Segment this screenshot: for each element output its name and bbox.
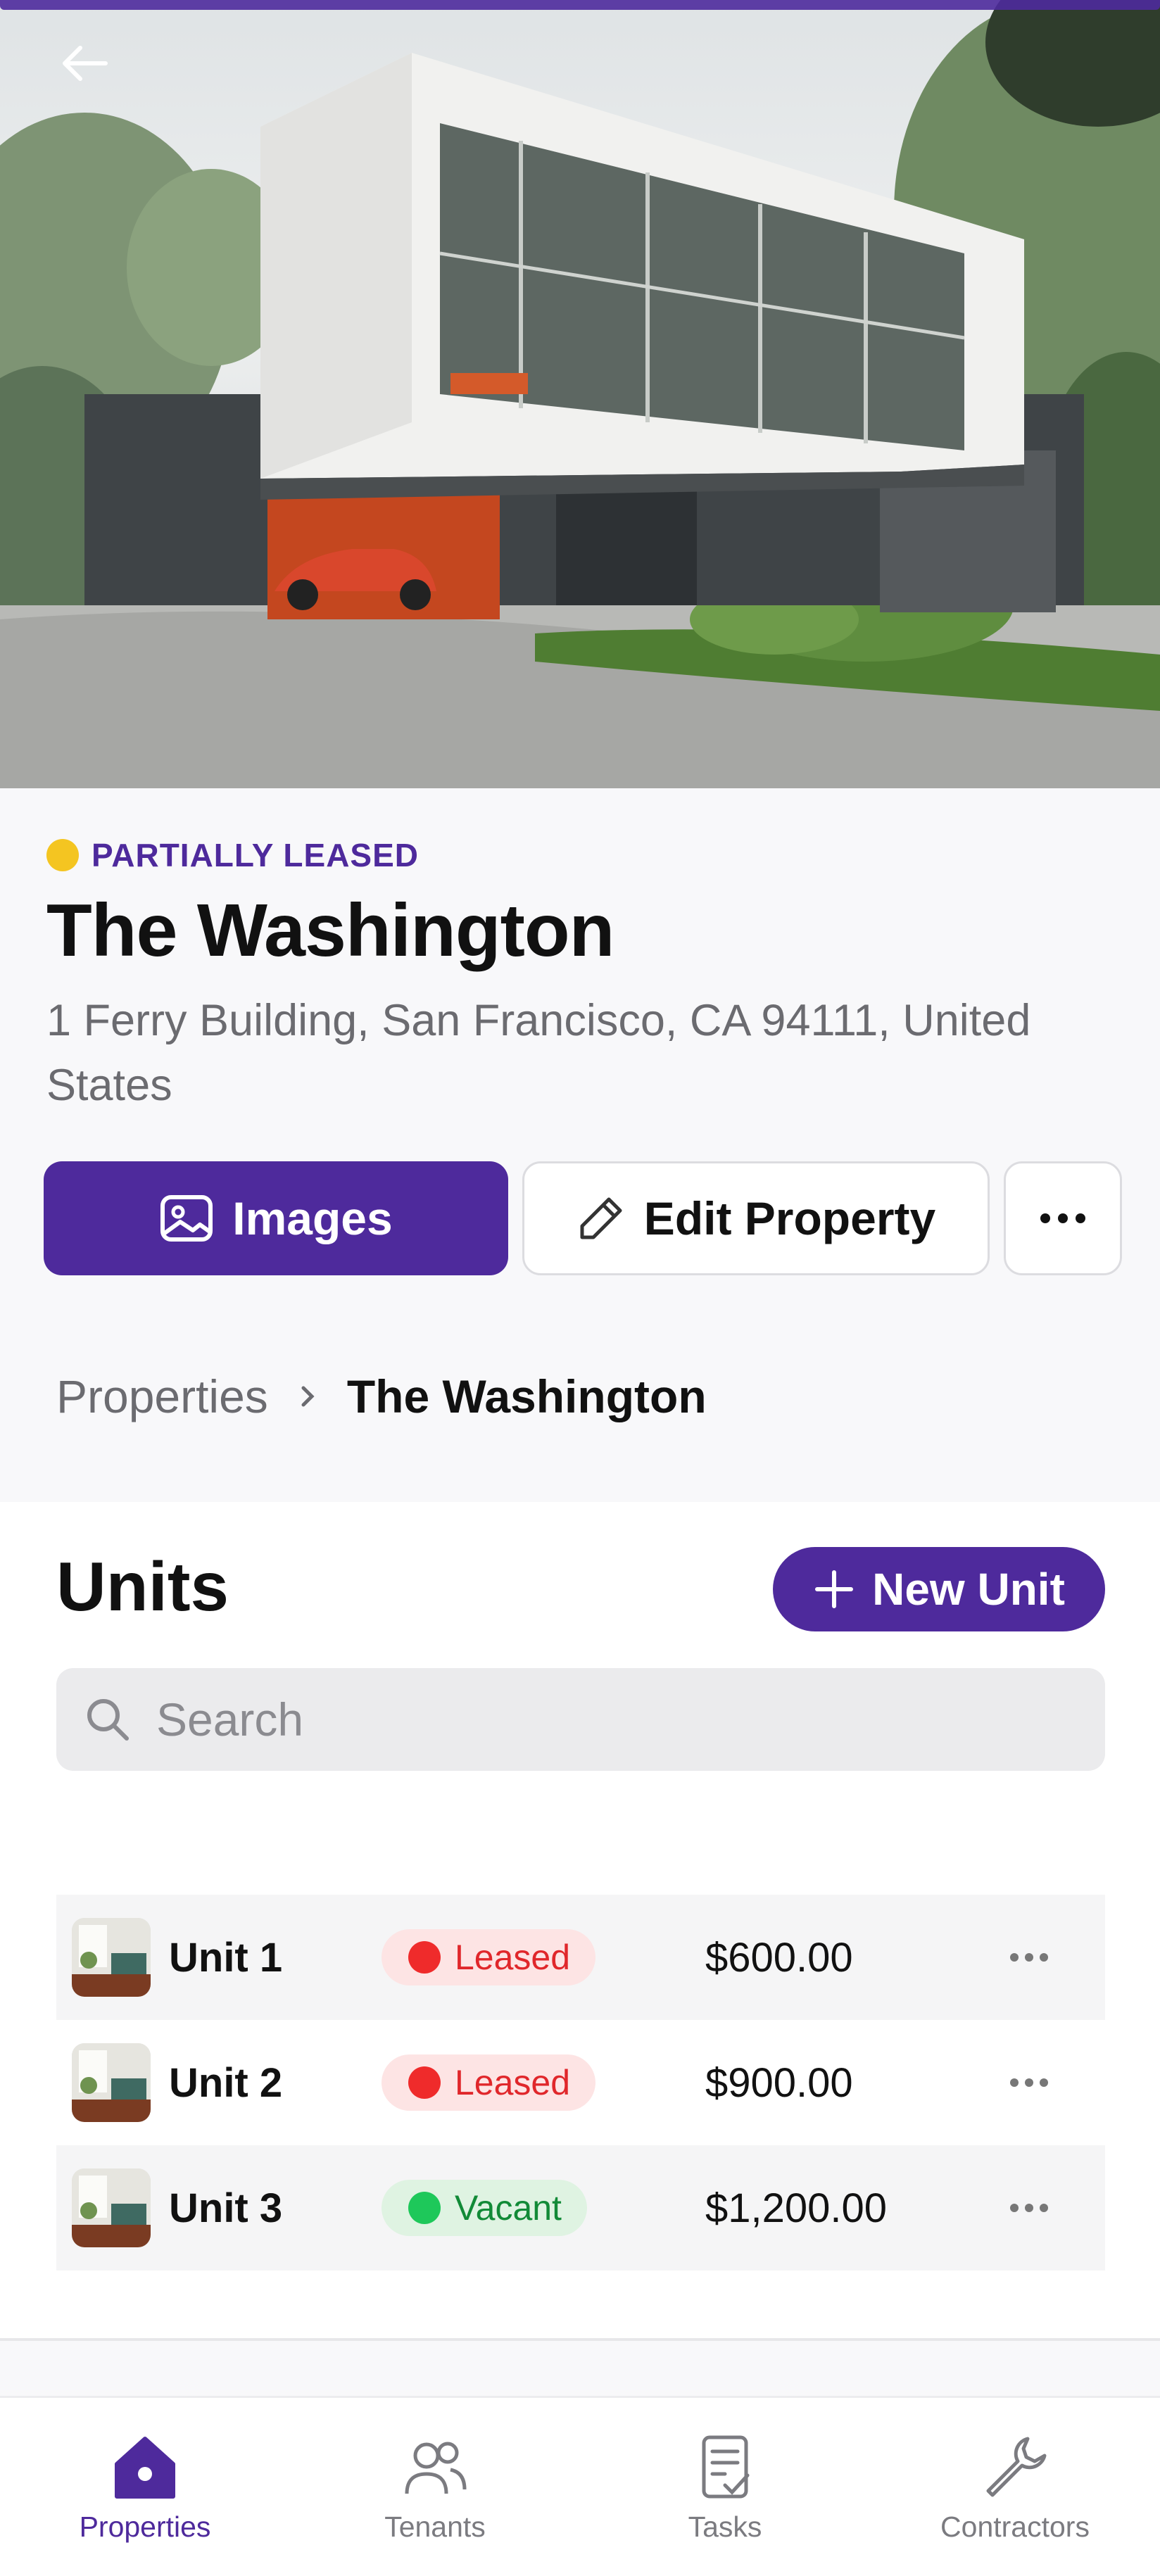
status-badge: Vacant <box>382 2180 587 2236</box>
tab-label: Properties <box>79 2511 211 2543</box>
more-horizontal-icon <box>1010 2078 1048 2087</box>
house-photo <box>0 0 1160 788</box>
search-input[interactable] <box>156 1693 1001 1746</box>
badge-dot <box>408 2192 441 2224</box>
breadcrumb-current: The Washington <box>346 1370 707 1422</box>
edit-property-button-label: Edit Property <box>643 1192 936 1244</box>
status-bar-accent <box>0 0 1160 10</box>
tab-label: Contractors <box>940 2511 1090 2543</box>
units-search <box>56 1668 1105 1771</box>
table-row[interactable]: Unit 2 Leased $900.00 <box>56 2020 1105 2145</box>
breadcrumb: Properties The Washington <box>56 1370 707 1423</box>
unit-name: Unit 1 <box>169 1934 283 1981</box>
unit-rent: $1,200.00 <box>705 2185 888 2231</box>
more-horizontal-icon <box>1010 1953 1048 1962</box>
badge-dot <box>408 1941 441 1974</box>
table-row[interactable]: Unit 1 Leased $600.00 <box>56 1895 1105 2020</box>
unit-thumbnail <box>72 2043 151 2122</box>
table-row[interactable]: Unit 3 Vacant $1,200.00 <box>56 2145 1105 2271</box>
clipboard-check-icon <box>702 2435 750 2499</box>
tab-tenants[interactable]: Tenants <box>290 2398 580 2576</box>
unit-thumbnail <box>72 1918 151 1997</box>
edit-property-button[interactable]: Edit Property <box>522 1161 990 1275</box>
breadcrumb-properties-link[interactable]: Properties <box>56 1370 268 1423</box>
status-badge: Leased <box>382 2054 596 2111</box>
property-actions: Images Edit Property <box>44 1161 1122 1275</box>
back-button[interactable] <box>56 42 127 91</box>
tab-label: Tenants <box>384 2511 486 2543</box>
unit-more-button[interactable] <box>1004 1936 1054 1978</box>
wrench-icon <box>986 2437 1047 2497</box>
pencil-icon <box>580 1197 622 1239</box>
more-horizontal-icon <box>1040 1213 1085 1223</box>
more-horizontal-icon <box>1010 2204 1048 2212</box>
images-button-label: Images <box>232 1192 393 1244</box>
chevron-right-icon <box>301 1386 315 1407</box>
unit-name: Unit 3 <box>169 2185 283 2231</box>
image-icon <box>160 1195 213 1242</box>
property-status: PARTIALLY LEASED <box>46 836 419 874</box>
units-heading: Units <box>56 1548 229 1625</box>
unit-rent: $600.00 <box>705 1934 853 1981</box>
status-badge: Leased <box>382 1929 596 1985</box>
unit-more-button[interactable] <box>1004 2062 1054 2104</box>
new-unit-button-label: New Unit <box>872 1564 1065 1615</box>
plus-icon <box>815 1570 854 1608</box>
badge-label: Vacant <box>455 2188 562 2228</box>
badge-dot <box>408 2066 441 2099</box>
badge-label: Leased <box>455 1938 571 1977</box>
unit-rent: $900.00 <box>705 2059 853 2106</box>
tab-contractors[interactable]: Contractors <box>870 2398 1160 2576</box>
tab-label: Tasks <box>688 2511 762 2543</box>
more-actions-button[interactable] <box>1004 1161 1122 1275</box>
status-dot <box>46 839 79 871</box>
unit-name: Unit 2 <box>169 2059 283 2106</box>
property-hero-image <box>0 0 1160 788</box>
tab-properties[interactable]: Properties <box>0 2398 290 2576</box>
tab-tasks[interactable]: Tasks <box>580 2398 870 2576</box>
new-unit-button[interactable]: New Unit <box>773 1547 1105 1631</box>
home-icon <box>115 2437 175 2499</box>
users-icon <box>405 2442 467 2494</box>
badge-label: Leased <box>455 2063 571 2102</box>
search-icon <box>87 1699 129 1741</box>
arrow-left-icon <box>63 46 108 81</box>
units-table: Unit 1 Leased $600.00 Unit 2 Leased $900… <box>56 1895 1105 2271</box>
status-label: PARTIALLY LEASED <box>92 837 419 873</box>
bottom-tab-bar: Properties Tenants Tasks Contractors <box>0 2396 1160 2576</box>
property-title: The Washington <box>46 889 614 972</box>
images-button[interactable]: Images <box>44 1161 508 1275</box>
property-address: 1 Ferry Building, San Francisco, CA 9411… <box>46 996 1031 1110</box>
unit-more-button[interactable] <box>1004 2187 1054 2229</box>
unit-thumbnail <box>72 2168 151 2247</box>
